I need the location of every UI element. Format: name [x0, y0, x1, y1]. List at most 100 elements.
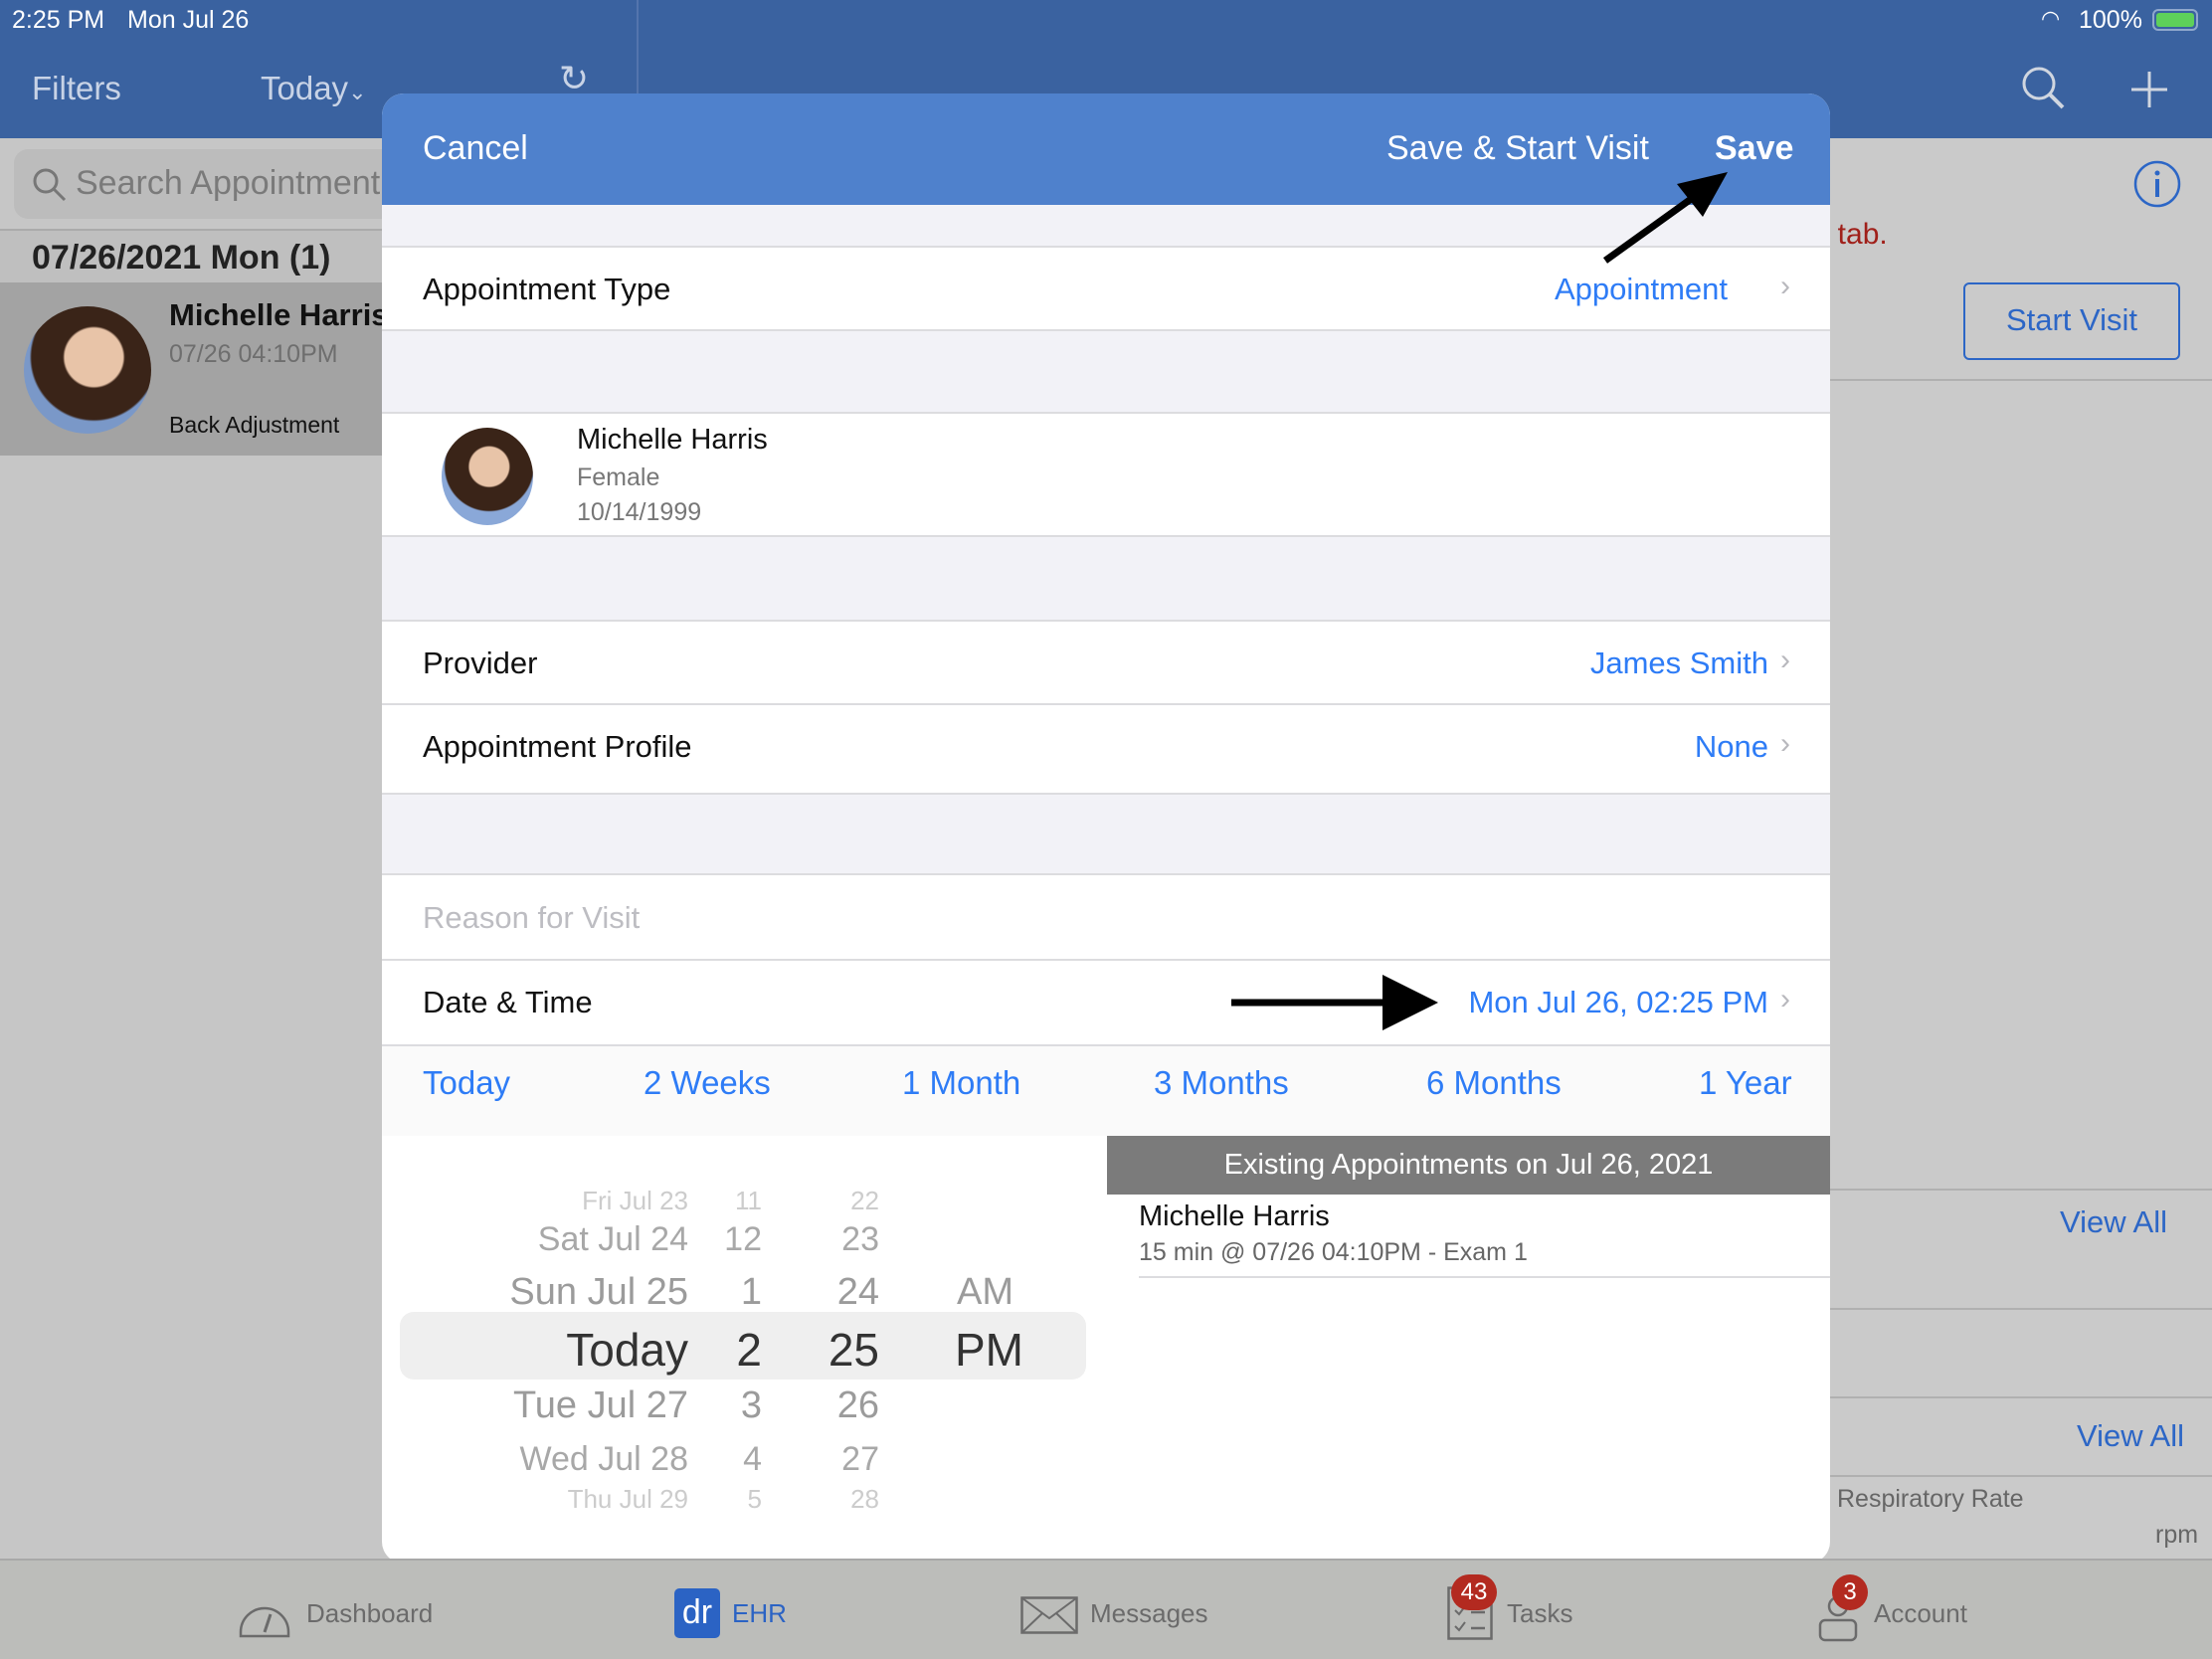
range-3-months[interactable]: 3 Months [1154, 1064, 1289, 1102]
picker-day: Sun Jul 25 [509, 1271, 688, 1313]
today-label: Today [261, 70, 349, 106]
search-placeholder: Search Appointment [76, 164, 381, 202]
vital-unit: rpm [2155, 1521, 2199, 1549]
quick-range-bar: Today 2 Weeks 1 Month 3 Months 6 Months … [382, 1046, 1830, 1136]
cancel-button[interactable]: Cancel [423, 129, 528, 168]
range-1-year[interactable]: 1 Year [1699, 1064, 1792, 1102]
picker-minute: 24 [836, 1271, 879, 1313]
tab-label: Messages [1090, 1598, 1208, 1628]
tab-label: EHR [732, 1598, 787, 1628]
picker-hour: 3 [740, 1384, 762, 1426]
info-icon[interactable] [2132, 159, 2182, 209]
save-and-start-visit-button[interactable]: Save & Start Visit [1386, 129, 1649, 168]
picker-minute: 27 [841, 1440, 879, 1478]
appointment-profile-row[interactable]: Appointment Profile None › [382, 705, 1830, 793]
picker-hour: 4 [743, 1440, 762, 1478]
patient-gender: Female [577, 463, 660, 491]
warning-message: t tab. [1821, 218, 1888, 251]
picker-day: Tue Jul 27 [512, 1384, 688, 1426]
tab-label: Account [1874, 1598, 1967, 1628]
picker-minute: 28 [850, 1484, 879, 1514]
existing-appointment-item[interactable]: Michelle Harris 15 min @ 07/26 04:10PM -… [1139, 1195, 1830, 1278]
appointment-type-value: Appointment [1554, 272, 1728, 306]
picker-minute: 26 [836, 1384, 879, 1426]
range-1-month[interactable]: 1 Month [902, 1064, 1020, 1102]
date-time-value: Mon Jul 26, 02:25 PM [1468, 985, 1768, 1019]
appointment-time: 07/26 04:10PM [169, 340, 338, 368]
new-appointment-modal: Cancel Save & Start Visit Save Appointme… [382, 93, 1830, 1564]
view-all-link[interactable]: View All [2060, 1204, 2167, 1240]
existing-appointment-detail: 15 min @ 07/26 04:10PM - Exam 1 [1139, 1238, 1528, 1266]
reason-for-visit-input[interactable]: Reason for Visit [382, 873, 1830, 961]
status-time: 2:25 PM [12, 6, 105, 34]
picker-am: AM [957, 1271, 1014, 1313]
picker-day: Thu Jul 29 [567, 1484, 688, 1514]
save-button[interactable]: Save [1715, 129, 1793, 168]
range-today[interactable]: Today [423, 1064, 510, 1102]
appointment-type-label: Appointment Type [423, 272, 671, 306]
patient-dob: 10/14/1999 [577, 498, 702, 526]
patient-name: Michelle Harris [577, 424, 768, 456]
picker-day: Sat Jul 24 [537, 1220, 688, 1258]
today-dropdown[interactable]: Today⌄ [261, 70, 367, 107]
section-gap [382, 537, 1830, 620]
picker-hour: 11 [735, 1186, 762, 1215]
dashboard-gauge-icon [239, 1606, 290, 1638]
chevron-right-icon: › [1780, 270, 1790, 302]
chevron-right-icon: › [1780, 727, 1790, 760]
section-gap [382, 331, 1830, 412]
picker-day: Wed Jul 28 [519, 1440, 688, 1478]
section-gap [382, 793, 1830, 873]
range-6-months[interactable]: 6 Months [1426, 1064, 1562, 1102]
ehr-logo-icon: dr [674, 1588, 720, 1638]
date-time-row[interactable]: Date & Time Mon Jul 26, 02:25 PM › [382, 961, 1830, 1046]
battery-icon [2152, 9, 2198, 31]
provider-label: Provider [423, 645, 538, 680]
patient-name: Michelle Harris [169, 297, 389, 332]
picker-day: Fri Jul 23 [582, 1186, 688, 1215]
appointment-profile-label: Appointment Profile [423, 729, 692, 764]
existing-appointments-header: Existing Appointments on Jul 26, 2021 [1107, 1136, 1830, 1195]
chevron-right-icon: › [1780, 644, 1790, 676]
picker-hour: 1 [740, 1271, 762, 1313]
picker-hour-selected: 2 [736, 1324, 762, 1376]
patient-row[interactable]: Michelle Harris Female 10/14/1999 [382, 412, 1830, 537]
provider-value: James Smith [1589, 645, 1768, 680]
date-time-picker[interactable]: Fri Jul 23 Sat Jul 24 Sun Jul 25 Today T… [382, 1136, 1107, 1564]
wifi-icon: ◠ [2041, 6, 2061, 31]
add-icon[interactable] [2129, 70, 2169, 109]
appointment-type-row[interactable]: Appointment Type Appointment › [382, 246, 1830, 331]
tasks-badge: 43 [1451, 1574, 1497, 1610]
chevron-down-icon: ⌄ [348, 80, 367, 104]
provider-row[interactable]: Provider James Smith › [382, 620, 1830, 705]
tab-label: Tasks [1507, 1598, 1573, 1628]
chevron-right-icon: › [1780, 983, 1790, 1015]
picker-hour: 12 [724, 1220, 762, 1258]
date-time-label: Date & Time [423, 985, 593, 1019]
start-visit-button[interactable]: Start Visit [1963, 282, 2180, 360]
picker-minute: 22 [850, 1186, 879, 1215]
picker-day-selected: Today [566, 1324, 688, 1376]
patient-avatar [24, 306, 151, 434]
picker-minute-selected: 25 [828, 1324, 879, 1376]
section-gap [382, 205, 1830, 246]
date-header-text: 07/26/2021 Mon (1) [32, 239, 331, 276]
appointment-profile-value: None [1694, 729, 1768, 764]
vital-label: Respiratory Rate [1837, 1485, 2024, 1513]
status-date: Mon Jul 26 [127, 6, 250, 34]
range-2-weeks[interactable]: 2 Weeks [644, 1064, 771, 1102]
account-badge: 3 [1832, 1574, 1868, 1610]
search-icon[interactable] [2019, 64, 2067, 111]
picker-hour: 5 [747, 1484, 762, 1514]
reason-placeholder: Reason for Visit [423, 900, 641, 935]
modal-header: Cancel Save & Start Visit Save [382, 93, 1830, 205]
filters-button[interactable]: Filters [32, 70, 121, 107]
bottom-tab-bar: Dashboard dr EHR Messages 43 Tasks 3 Acc… [0, 1559, 2212, 1659]
patient-photo [442, 428, 533, 525]
search-icon [33, 168, 67, 202]
envelope-icon [1020, 1596, 1078, 1634]
appointment-reason: Back Adjustment [169, 412, 340, 438]
view-all-link[interactable]: View All [2077, 1418, 2184, 1454]
existing-appointment-name: Michelle Harris [1139, 1200, 1330, 1232]
picker-pm-selected: PM [955, 1324, 1023, 1376]
